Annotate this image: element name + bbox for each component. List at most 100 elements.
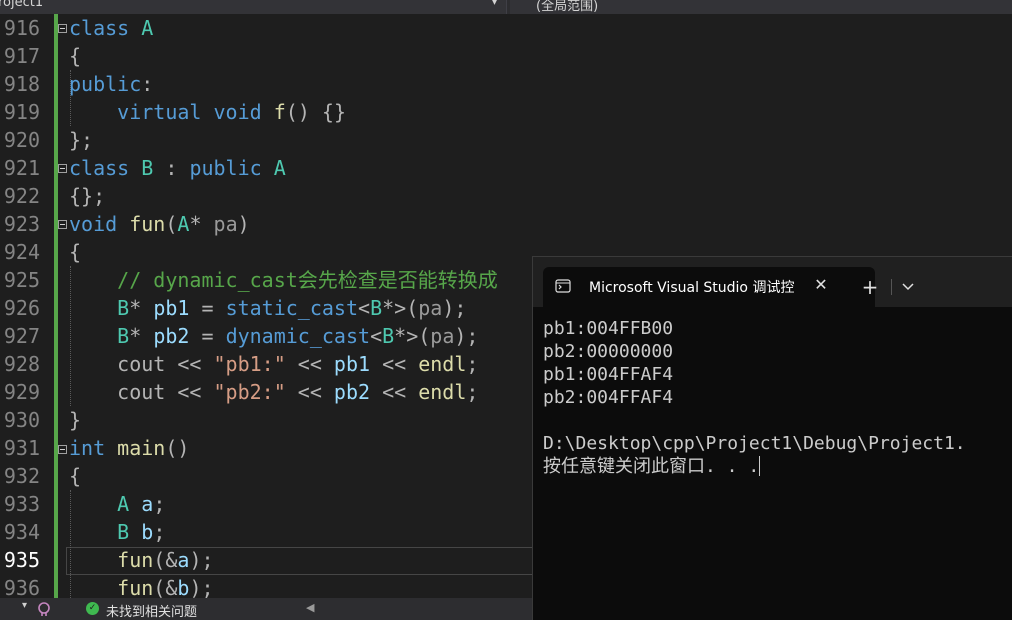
line-number: 931 [3,436,40,460]
code-token: } [69,408,82,432]
code-token: b [141,520,154,544]
code-line[interactable]: void fun(A* pa) [69,210,250,238]
code-token: void [213,100,262,124]
line-number: 932 [3,464,40,488]
code-token: pb2 [333,380,371,404]
code-token: }; [69,128,94,152]
code-token: { [69,44,82,68]
console-output-line: pb2:004FFAF4 [543,387,674,408]
code-token: *>( [394,324,431,348]
code-line[interactable]: { [69,462,81,490]
code-token: { [69,240,82,264]
code-token: A [273,156,286,180]
scope-dropdown-label: (全局范围) [536,0,599,14]
code-token: pb2 [153,324,190,348]
code-line[interactable]: B b; [69,518,165,546]
check-icon: ✓ [86,602,99,615]
line-number: 924 [3,240,40,264]
code-editor[interactable]: class A{public: virtual void f() {}}; cla… [60,14,540,598]
intellicode-icon[interactable] [36,601,52,617]
code-line[interactable]: { [69,238,81,266]
code-line[interactable]: }; [69,126,93,154]
code-token: f [273,100,286,124]
code-token: B [370,296,383,320]
debug-console-window[interactable]: Microsoft Visual Studio 调试控制台 ✕ + pb1:00… [532,256,1012,620]
code-token: B [117,296,130,320]
code-line[interactable]: class B : public A [69,154,286,182]
code-line[interactable]: fun(&a); [69,546,214,574]
code-token: () {} [285,100,346,124]
code-token: fun [117,548,154,572]
code-line[interactable]: virtual void f() {} [69,98,346,126]
code-token: = [189,296,226,320]
code-token: * [189,212,214,236]
line-number: 921 [3,156,40,180]
code-line[interactable]: B* pb1 = static_cast<B*>(pa); [69,294,466,322]
code-token: void [69,212,118,236]
code-token: class [69,156,130,180]
line-number: 919 [3,100,40,124]
code-line[interactable]: public: [69,70,153,98]
chevron-down-icon[interactable] [899,275,917,299]
code-token: pb1 [153,296,190,320]
line-number: 925 [3,268,40,292]
issues-status-message[interactable]: 未找到相关问题 [106,601,197,620]
code-token: dynamic_cast [225,324,371,348]
code-token: b [177,576,190,598]
code-line[interactable]: int main() [69,434,189,462]
code-token: *>( [382,296,419,320]
code-token: "pb2:" [213,380,286,404]
code-line[interactable]: cout << "pb1:" << pb1 << endl; [69,350,478,378]
code-token: ( [165,212,178,236]
console-tab-title: Microsoft Visual Studio 调试控制台 [589,280,795,296]
code-line[interactable]: { [69,42,81,70]
code-line[interactable]: } [69,406,81,434]
code-token: { [69,464,82,488]
code-line[interactable]: B* pb2 = dynamic_cast<B*>(pa); [69,322,478,350]
line-number: 933 [3,492,40,516]
code-line[interactable]: fun(&b); [69,574,214,598]
console-output-line: D:\Desktop\cpp\Project1\Debug\Project1. [543,433,966,454]
code-line[interactable]: {}; [69,182,105,210]
code-token: ); [189,548,214,572]
code-token: pa [213,212,238,236]
scroll-left-icon[interactable]: ◀ [306,601,314,614]
project-dropdown[interactable]: roject1 ▾ [0,0,507,14]
code-token: static_cast [225,296,359,320]
text-cursor [759,456,761,476]
code-token: * [129,296,154,320]
code-token: endl [418,380,467,404]
code-token: A [117,492,130,516]
chevron-down-icon[interactable]: ▾ [22,600,27,611]
code-line[interactable]: // dynamic_cast会先检查是否能转换成 [69,266,498,294]
code-token: ); [189,576,214,598]
line-number: 926 [3,296,40,320]
code-token: (& [153,576,178,598]
line-number: 930 [3,408,40,432]
console-output[interactable]: pb1:004FFB00 pb2:00000000 pb1:004FFAF4 pb2:… [543,317,1009,617]
code-line[interactable]: cout << "pb2:" << pb2 << endl; [69,378,478,406]
line-number: 918 [3,72,40,96]
close-tab-button[interactable]: ✕ [809,273,833,297]
code-token: "pb1:" [213,352,286,376]
scope-dropdown[interactable]: (全局范围) [510,0,1012,14]
code-token: virtual [117,100,202,124]
code-token: public [189,156,262,180]
code-line[interactable]: A a; [69,490,165,518]
code-line[interactable]: class A [69,14,153,42]
code-token: << [370,352,419,376]
line-number: 917 [3,44,40,68]
new-tab-button[interactable]: + [859,275,881,299]
console-tab[interactable]: Microsoft Visual Studio 调试控制台 ✕ [543,267,875,307]
code-token: pa [430,324,455,348]
